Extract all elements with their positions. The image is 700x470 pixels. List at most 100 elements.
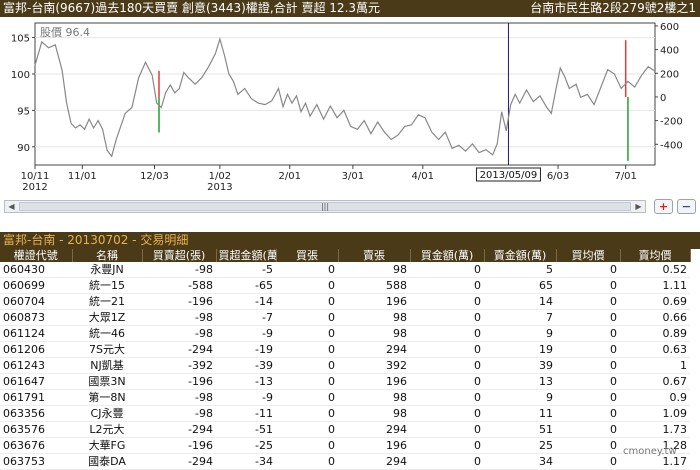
column-header: 買均價 — [556, 249, 621, 262]
table-row: 060704 統一21 -196 -14 0 196 0 14 0 0.69 — [0, 293, 690, 310]
table-cell: 0 — [276, 373, 338, 390]
table-cell: 0 — [410, 293, 484, 310]
table-cell: 0.9 — [620, 389, 690, 406]
table-cell: 0.66 — [620, 309, 690, 326]
table-cell: -98 — [142, 389, 216, 406]
x-tick-label: 7/01 — [614, 171, 636, 182]
y-right-tick-label: -200 — [660, 117, 683, 128]
table-cell: 0 — [276, 421, 338, 438]
table-cell: 大華FG — [72, 437, 142, 454]
table-cell: 統一46 — [72, 325, 142, 342]
table-cell: -294 — [142, 341, 216, 358]
scroll-right-arrow-icon[interactable]: ▶ — [632, 201, 645, 212]
x-tick-label: 2/01 — [279, 171, 301, 182]
table-cell: 061243 — [0, 357, 72, 374]
table-cell: 13 — [484, 373, 556, 390]
scroll-left-arrow-icon[interactable]: ◀ — [5, 201, 18, 212]
table-cell: 0 — [410, 262, 484, 278]
table-cell: 0 — [276, 325, 338, 342]
table-cell: -588 — [142, 277, 216, 294]
x-tick-label: 12/03 — [140, 171, 169, 182]
table-cell: 063676 — [0, 437, 72, 454]
table-cell: 0 — [556, 309, 620, 326]
table-cell: 0 — [556, 262, 620, 278]
table-cell: 0 — [410, 277, 484, 294]
column-header: 賣金額(萬) — [484, 249, 557, 262]
table-cell: NJ凱基 — [72, 357, 142, 374]
table-cell: -11 — [216, 405, 276, 422]
table-cell: 國票3N — [72, 373, 142, 390]
table-cell: 0 — [276, 309, 338, 326]
table-cell: 98 — [338, 389, 410, 406]
zoom-out-button[interactable]: − — [677, 199, 696, 214]
y-right-tick-label: -400 — [660, 140, 683, 151]
x-tick-label: 3/01 — [342, 171, 364, 182]
column-header: 買超金額(萬) — [216, 249, 277, 262]
chart-scrollbar[interactable]: ◀ ||| ▶ — [4, 200, 646, 213]
table-cell: -5 — [216, 262, 276, 278]
x-tick-year-label: 2012 — [22, 182, 47, 193]
zoom-in-button[interactable]: + — [654, 199, 673, 214]
table-cell: -9 — [216, 389, 276, 406]
table-cell: -65 — [216, 277, 276, 294]
column-header: 買張 — [276, 249, 339, 262]
table-cell: 294 — [338, 421, 410, 438]
table-cell: 060699 — [0, 277, 72, 294]
table-cell: 0 — [556, 277, 620, 294]
table-cell: 0 — [556, 389, 620, 406]
column-header: 賣張 — [338, 249, 411, 262]
table-cell: -14 — [216, 293, 276, 310]
table-cell: 0 — [276, 405, 338, 422]
table-cell: 196 — [338, 293, 410, 310]
x-tick-label: 1/02 — [209, 171, 231, 182]
table-cell: 0 — [276, 389, 338, 406]
table-cell: 061124 — [0, 325, 72, 342]
table-cell: 統一15 — [72, 277, 142, 294]
table-cell: 294 — [338, 453, 410, 470]
table-cell: 1.09 — [620, 405, 690, 422]
table-cell: 0.69 — [620, 293, 690, 310]
y-right-tick-label: 600 — [660, 22, 679, 33]
table-cell: 0 — [556, 421, 620, 438]
column-header: 權證代號 — [0, 249, 73, 262]
column-header: 賣均價 — [620, 249, 691, 262]
table-cell: -196 — [142, 373, 216, 390]
scroll-thumb[interactable]: ||| — [19, 202, 631, 211]
table-cell: 0 — [410, 357, 484, 374]
page-header: 富邦-台南(9667)過去180天買賣 創意(3443)權證,合計 賣超 12.… — [0, 0, 700, 17]
x-tick-year-label: 2013 — [207, 182, 232, 193]
table-cell: 0 — [276, 453, 338, 470]
table-cell: 9 — [484, 325, 556, 342]
table-cell: 0 — [276, 262, 338, 278]
table-cell: 196 — [338, 373, 410, 390]
table-cell: 統一21 — [72, 293, 142, 310]
table-cell: -98 — [142, 405, 216, 422]
table-cell: 0 — [276, 293, 338, 310]
table-cell: 061791 — [0, 389, 72, 406]
table-cell: -98 — [142, 262, 216, 278]
table-cell: 1.73 — [620, 421, 690, 438]
table-cell: 0 — [556, 293, 620, 310]
table-cell: -51 — [216, 421, 276, 438]
table-row: 063576 L2元大 -294 -51 0 294 0 51 0 1.73 — [0, 421, 690, 438]
table-row: 060430 永豐JN -98 -5 0 98 0 5 0 0.52 — [0, 262, 690, 278]
y-right-tick-label: 200 — [660, 69, 679, 80]
table-cell: -19 — [216, 341, 276, 358]
table-cell: 5 — [484, 262, 556, 278]
table-cell: 0.63 — [620, 341, 690, 358]
table-cell: 98 — [338, 405, 410, 422]
table-cell: -13 — [216, 373, 276, 390]
transaction-table: 權證代號 名稱 買賣超(張) 買超金額(萬) 買張 賣張 買金額(萬) 賣金額(萬) 買均價 賣均… — [0, 249, 691, 470]
table-cell: 0 — [276, 341, 338, 358]
y-left-tick-label: 100 — [11, 70, 30, 81]
table-cell: 0 — [556, 373, 620, 390]
table-row: 060873 大眾1Z -98 -7 0 98 0 7 0 0.66 — [0, 309, 690, 326]
header-title: 富邦-台南(9667)過去180天買賣 創意(3443)權證,合計 賣超 12.… — [3, 1, 381, 15]
table-cell: 060430 — [0, 262, 72, 278]
table-cell: 0 — [410, 309, 484, 326]
y-left-tick-label: 95 — [17, 106, 30, 117]
x-tick-label: 6/03 — [547, 171, 569, 182]
table-cell: 061647 — [0, 373, 72, 390]
y-right-tick-label: 0 — [660, 93, 666, 104]
table-cell: -34 — [216, 453, 276, 470]
